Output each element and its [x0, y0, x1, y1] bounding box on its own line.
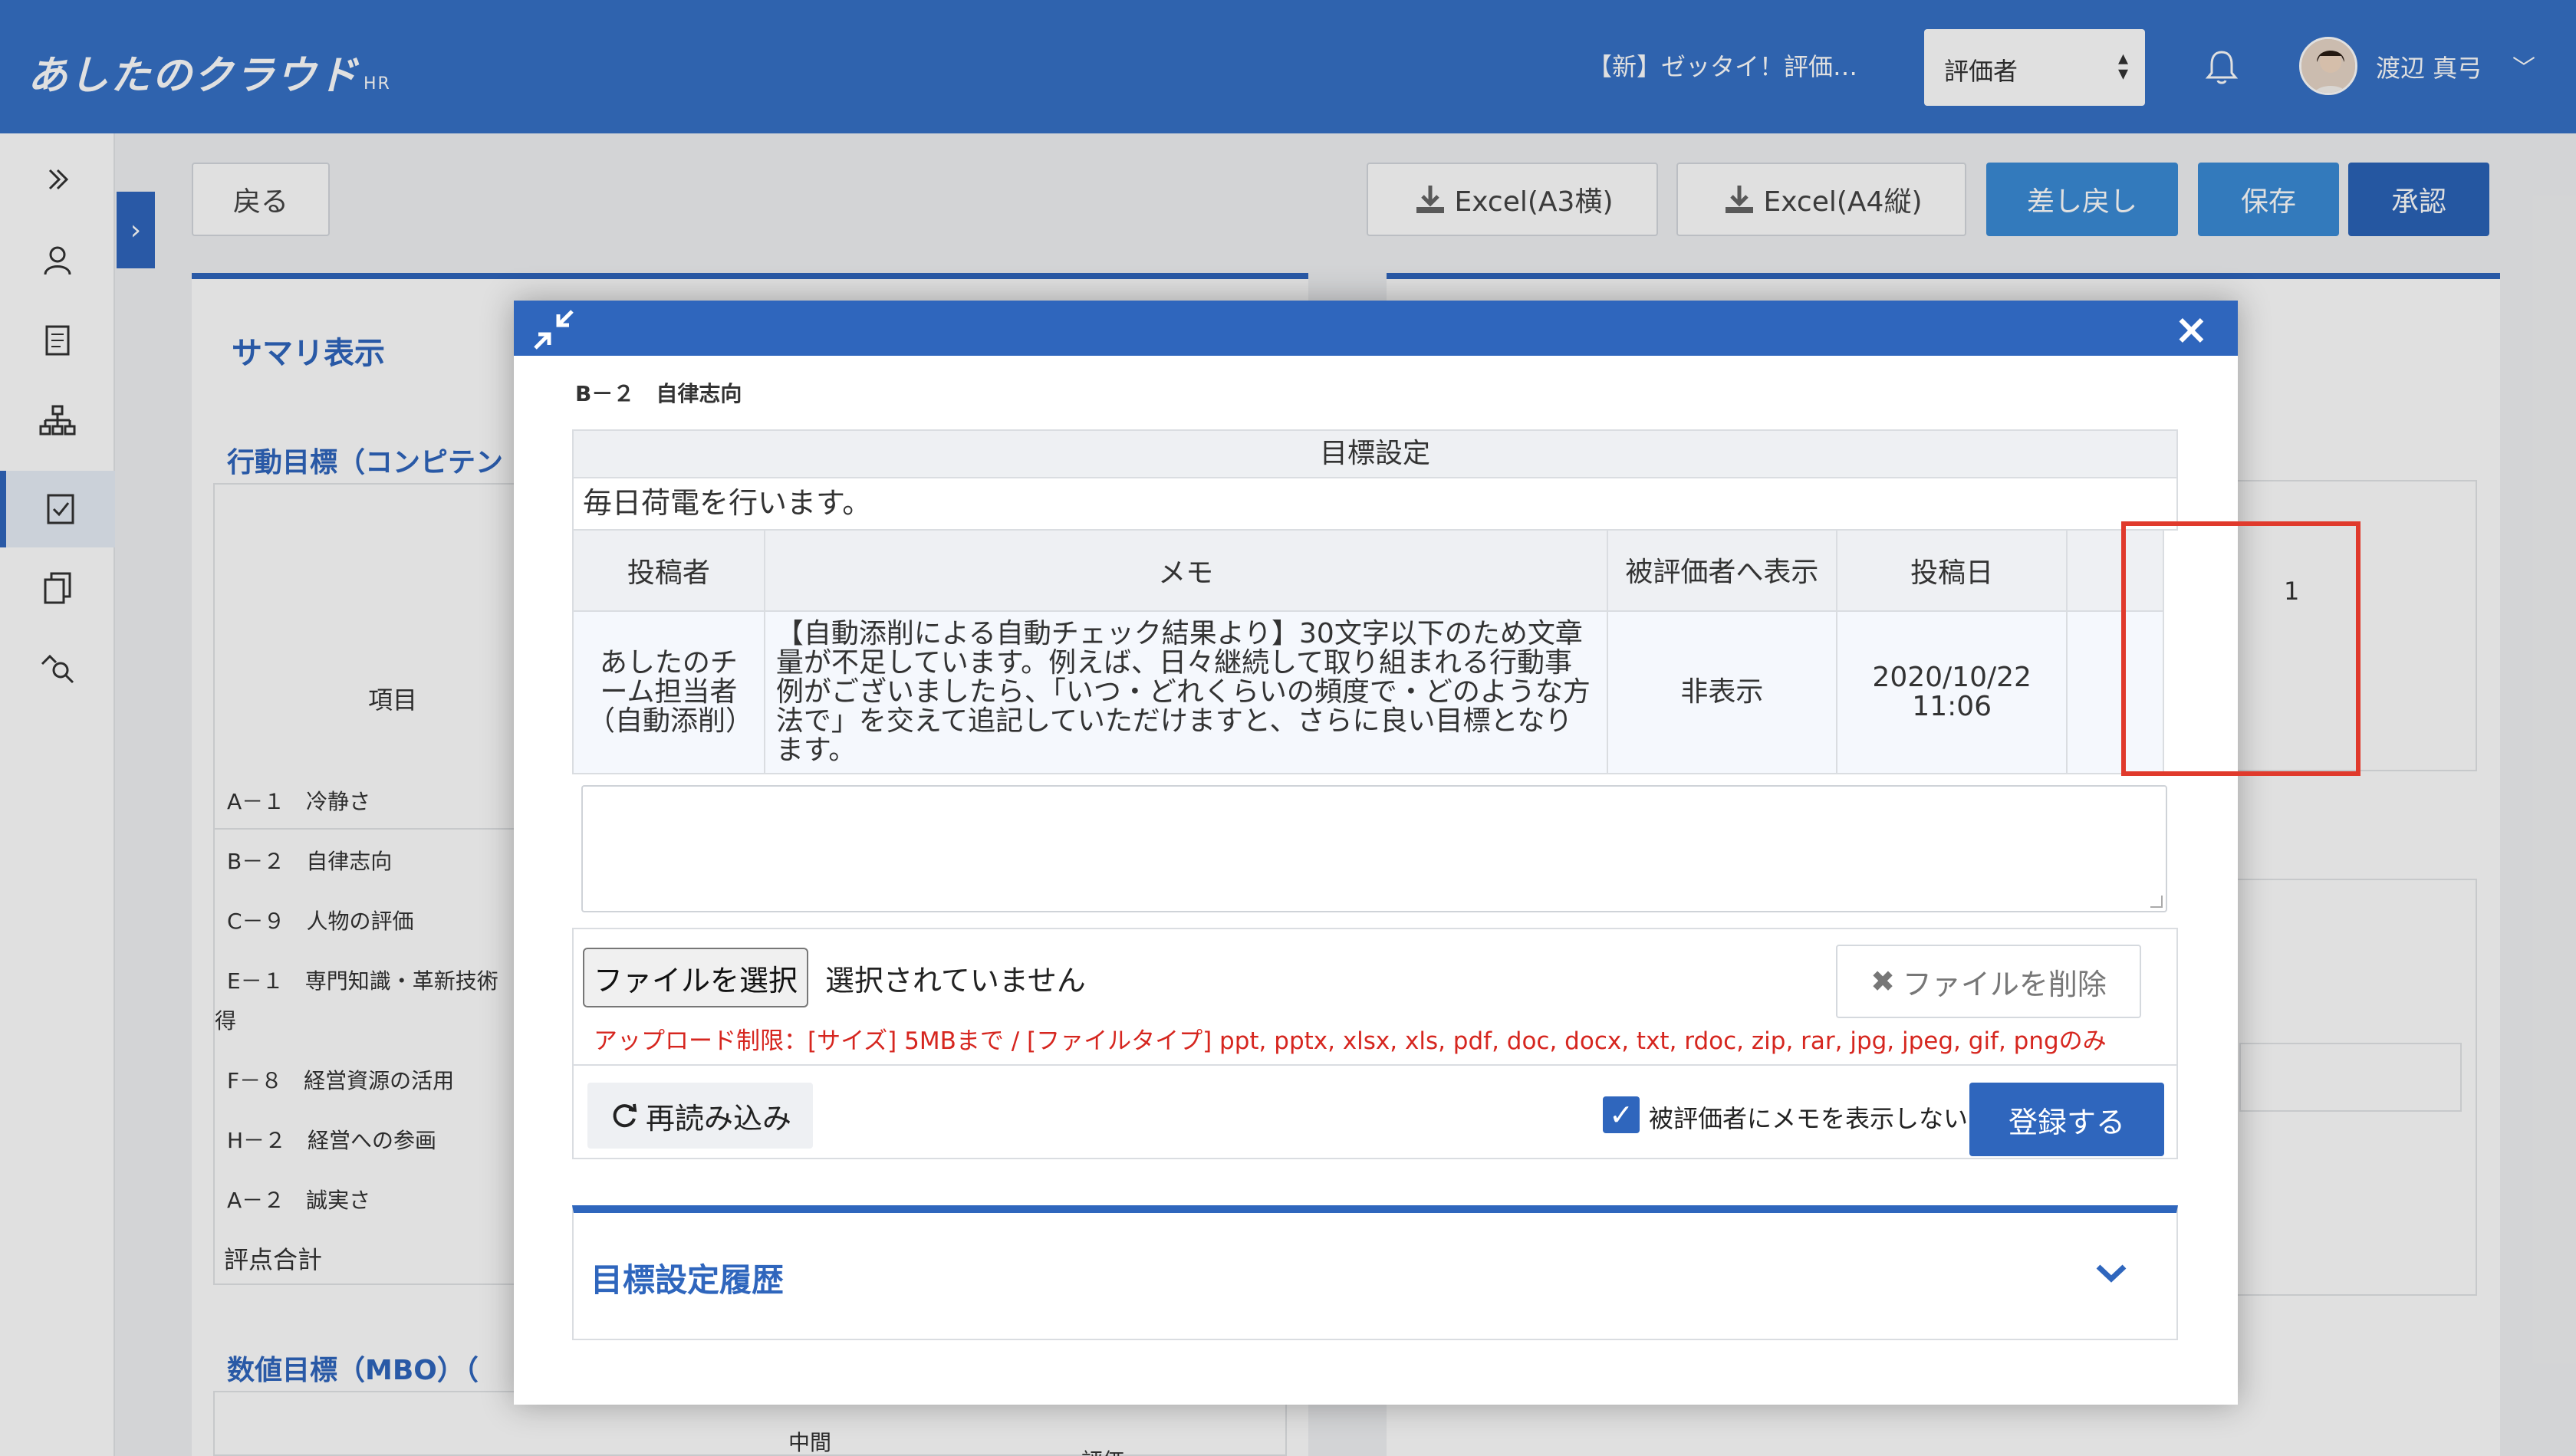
goal-text: 毎日荷電を行います。: [572, 478, 2178, 531]
memo-input[interactable]: [581, 785, 2167, 912]
column-header: 投稿日: [1836, 529, 2068, 612]
memo-time: 11:06: [1912, 691, 1992, 722]
reload-button[interactable]: 再読み込み: [587, 1083, 813, 1149]
delete-x-icon: ✖: [1870, 965, 1895, 998]
hide-memo-label[interactable]: 被評価者にメモを表示しない: [1649, 1099, 1968, 1135]
file-choose-button[interactable]: ファイルを選択: [583, 948, 808, 1007]
column-header: 投稿者: [572, 529, 765, 612]
column-header: メモ: [763, 529, 1608, 612]
resize-handle[interactable]: [2150, 896, 2163, 908]
goal-history-title[interactable]: 目標設定履歴: [591, 1254, 784, 1301]
highlight-box: [2121, 521, 2361, 776]
upload-note: アップロード制限：[サイズ] 5MBまで / [ファイルタイプ] ppt, pp…: [594, 1027, 2107, 1055]
memo-posted: 2020/10/22 11:06: [1836, 610, 2068, 774]
memo-visibility: 非表示: [1606, 610, 1838, 774]
column-header: 被評価者へ表示: [1606, 529, 1838, 612]
item-code: B－２ 自律志向: [575, 381, 742, 406]
table-row: あしたのチーム担当者（自動添削） 【自動添削による自動チェック結果より】30文字…: [572, 610, 2164, 774]
memo-date: 2020/10/22: [1872, 662, 2032, 693]
memo-poster: あしたのチーム担当者（自動添削）: [572, 610, 765, 774]
table-header-row: 投稿者 メモ 被評価者へ表示 投稿日: [572, 529, 2164, 612]
file-delete-label: ファイルを削除: [1902, 967, 2107, 1001]
file-delete-button[interactable]: ✖ ファイルを削除: [1836, 945, 2141, 1018]
memo-modal: × B－２ 自律志向 目標設定 毎日荷電を行います。 投稿者 メモ 被評価者へ表…: [514, 301, 2361, 1405]
memo-table: 投稿者 メモ 被評価者へ表示 投稿日 あしたのチーム担当者（自動添削） 【自動添…: [572, 529, 2164, 774]
memo-text: 【自動添削による自動チェック結果より】30文字以下のため文章量が不足しています。…: [763, 610, 1608, 774]
file-status: 選択されていません: [825, 964, 1086, 998]
goal-setting-header: 目標設定: [572, 429, 2178, 478]
register-button[interactable]: 登録する: [1969, 1083, 2164, 1156]
modal-header: ×: [514, 301, 2238, 356]
hide-memo-checkbox[interactable]: ✓: [1603, 1096, 1640, 1133]
collapse-icon[interactable]: [531, 307, 577, 353]
goal-history-section[interactable]: [572, 1205, 2178, 1340]
refresh-icon: [613, 1103, 637, 1128]
reload-label: 再読み込み: [645, 1101, 791, 1136]
close-icon[interactable]: ×: [2174, 305, 2209, 353]
chevron-down-icon[interactable]: [2092, 1257, 2130, 1288]
